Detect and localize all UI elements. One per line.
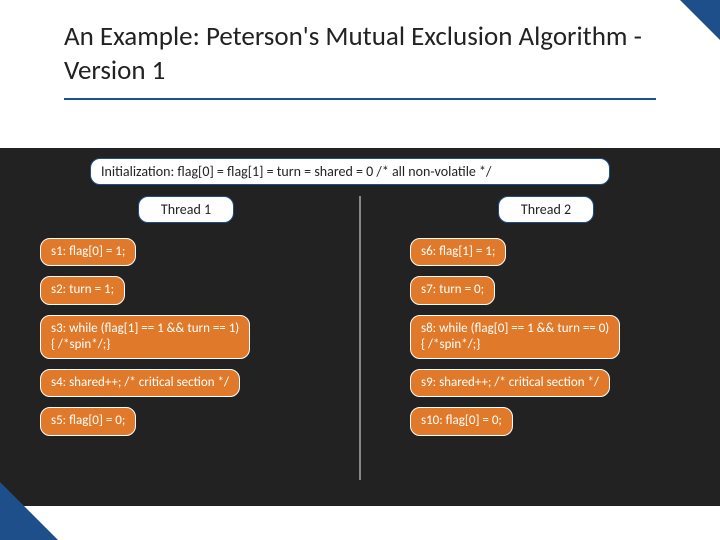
stmt-s2: s2: turn = 1; [40,276,125,304]
stmt-s9: s9: shared++; /* critical section */ [410,369,610,397]
stmt-s1: s1: flag[0] = 1; [40,238,136,266]
thread2-label: Thread 2 [498,196,594,223]
stmt-s6: s6: flag[1] = 1; [410,238,506,266]
corner-decoration-bl [0,482,58,540]
title-container: An Example: Peterson's Mutual Exclusion … [0,0,720,96]
thread2-column: s6: flag[1] = 1; s7: turn = 0; s8: while… [410,238,720,436]
stmt-s3: s3: while (flag[1] == 1 && turn == 1) { … [40,315,250,360]
stmt-s7: s7: turn = 0; [410,276,495,304]
thread1-column: s1: flag[0] = 1; s2: turn = 1; s3: while… [40,238,350,436]
initialization-box: Initialization: flag[0] = flag[1] = turn… [90,158,610,185]
stmt-s5: s5: flag[0] = 0; [40,407,136,435]
slide-title: An Example: Peterson's Mutual Exclusion … [64,20,656,88]
thread-divider [359,196,361,480]
thread1-label: Thread 1 [138,196,234,223]
title-underline [64,98,656,100]
stmt-s4: s4: shared++; /* critical section */ [40,369,240,397]
corner-decoration-tr [680,0,720,40]
stmt-s8: s8: while (flag[0] == 1 && turn == 0) { … [410,315,620,360]
stmt-s10: s10: flag[0] = 0; [410,407,513,435]
